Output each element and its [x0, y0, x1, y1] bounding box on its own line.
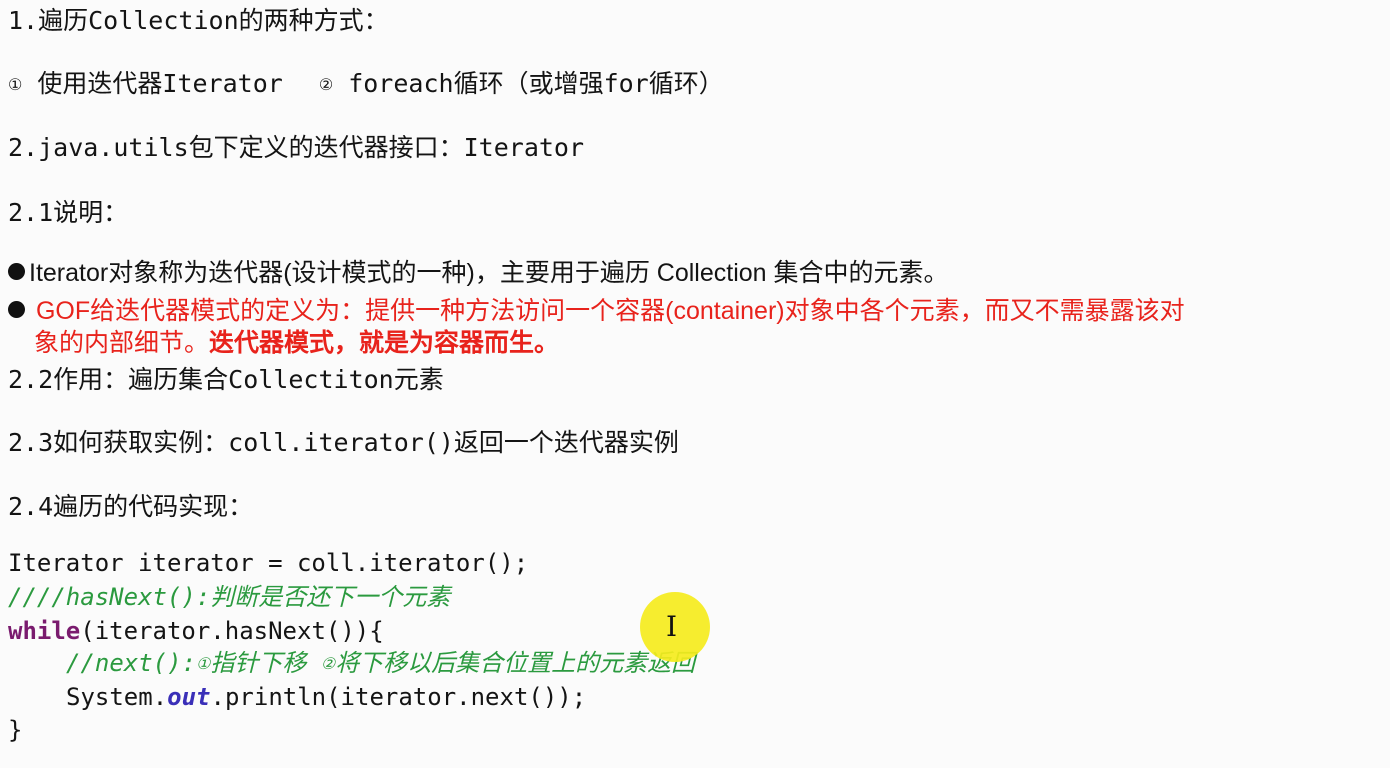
heading-2: 2.java.utils包下定义的迭代器接口：Iterator: [8, 133, 585, 162]
keyword-while: while: [8, 617, 81, 645]
code-line-1: Iterator iterator = coll.iterator();: [8, 549, 529, 577]
code-comment-1: ////hasNext():判断是否还下一个元素: [8, 583, 451, 611]
bullet-item-1: Iterator对象称为迭代器(设计模式的一种)，主要用于遍历 Collecti…: [8, 256, 949, 290]
method-iterator: 使用迭代器Iterator: [22, 69, 283, 98]
code-system: System.: [66, 683, 168, 711]
heading-1: 1.遍历Collection的两种方式：: [8, 6, 389, 35]
method-foreach: foreach循环（或增强for循环）: [333, 69, 724, 98]
circled-two: ②: [320, 654, 336, 673]
bullet-text-1: Iterator对象称为迭代器(设计模式的一种)，主要用于遍历 Collecti…: [29, 259, 949, 287]
heading-2-4: 2.4遍历的代码实现：: [8, 492, 254, 521]
bullet-text-2-emphasis: 迭代器模式，就是为容器而生。: [209, 329, 560, 357]
circled-one: ①: [8, 75, 23, 94]
code-comment-2: //next():①指针下移 ②将下移以后集合位置上的元素返回: [66, 646, 695, 681]
comment-next: //next():: [66, 649, 197, 677]
code-println: .println(iterator.next());: [210, 683, 587, 711]
heading-2-3: 2.3如何获取实例：coll.iterator()返回一个迭代器实例: [8, 428, 679, 457]
code-line-while: while(iterator.hasNext()){: [8, 614, 384, 648]
bullet-icon: [8, 301, 25, 318]
code-out-field: out: [167, 683, 211, 711]
heading-2-2: 2.2作用：遍历集合Collectiton元素: [8, 365, 444, 394]
bullet-item-2: GOF给迭代器模式的定义为：提供一种方法访问一个容器(container)对象中…: [8, 294, 1185, 328]
code-closing-brace: }: [8, 716, 23, 744]
traversal-methods-line: ① 使用迭代器Iterator ② foreach循环（或增强for循环）: [8, 67, 724, 102]
code-line-println: System.out.println(iterator.next());: [66, 680, 586, 714]
bullet-text-2: GOF给迭代器模式的定义为：提供一种方法访问一个容器(container)对象中…: [35, 297, 1185, 325]
circled-one: ①: [196, 654, 211, 673]
comment-step-1: 指针下移: [210, 649, 321, 677]
circled-two: ②: [318, 75, 334, 94]
heading-2-1: 2.1说明：: [8, 198, 129, 227]
bullet-icon: [8, 263, 25, 280]
bullet-text-2-cont: 象的内部细节。: [34, 329, 210, 357]
text-cursor-icon: I: [666, 610, 678, 643]
code-while-condition: (iterator.hasNext()){: [80, 617, 384, 645]
bullet-item-2-cont: 象的内部细节。迭代器模式，就是为容器而生。: [34, 326, 559, 360]
comment-step-2: 将下移以后集合位置上的元素返回: [335, 649, 696, 677]
